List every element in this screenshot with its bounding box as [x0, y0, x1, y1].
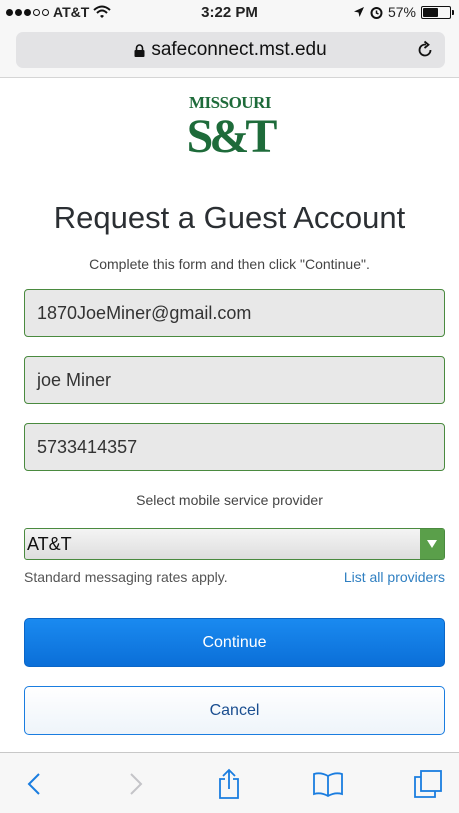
- list-providers-link[interactable]: List all providers: [344, 569, 445, 585]
- lock-icon: [134, 43, 145, 57]
- bookmarks-icon[interactable]: [310, 767, 346, 801]
- browser-address-area: safeconnect.mst.edu: [0, 26, 459, 78]
- battery-percent: 57%: [387, 4, 416, 20]
- cancel-button[interactable]: Cancel: [24, 686, 445, 735]
- forward-icon[interactable]: [118, 767, 154, 801]
- form-instructions: Complete this form and then click "Conti…: [89, 256, 370, 272]
- email-field[interactable]: 1870JoeMiner@gmail.com: [24, 289, 445, 337]
- location-icon: [353, 7, 364, 17]
- name-field[interactable]: joe Miner: [24, 356, 445, 404]
- provider-select[interactable]: AT&T: [24, 528, 445, 560]
- continue-button[interactable]: Continue: [24, 618, 445, 667]
- page-title: Request a Guest Account: [53, 200, 406, 235]
- browser-toolbar: [0, 752, 459, 813]
- provider-selected-value: AT&T: [27, 534, 72, 554]
- battery-icon: [421, 5, 454, 19]
- phone-field[interactable]: 5733414357: [24, 423, 445, 471]
- share-icon[interactable]: [211, 767, 247, 801]
- address-inner: safeconnect.mst.edu: [16, 32, 445, 68]
- status-right: 57%: [353, 4, 454, 20]
- reload-icon[interactable]: [415, 40, 435, 60]
- rates-note: Standard messaging rates apply.: [24, 569, 228, 585]
- logo-mark: S&T: [186, 110, 278, 163]
- address-bar[interactable]: safeconnect.mst.edu: [16, 32, 445, 68]
- url-text: safeconnect.mst.edu: [151, 39, 327, 60]
- back-icon[interactable]: [16, 767, 52, 801]
- alarm-icon: [370, 6, 383, 19]
- university-logo: MISSOURI S&T: [183, 93, 278, 165]
- dropdown-arrow-icon[interactable]: [420, 529, 444, 559]
- battery-fill: [423, 7, 438, 17]
- provider-label: Select mobile service provider: [136, 492, 323, 508]
- tabs-icon[interactable]: [410, 767, 446, 801]
- status-bar: AT&T 3:22 PM 57%: [0, 0, 459, 26]
